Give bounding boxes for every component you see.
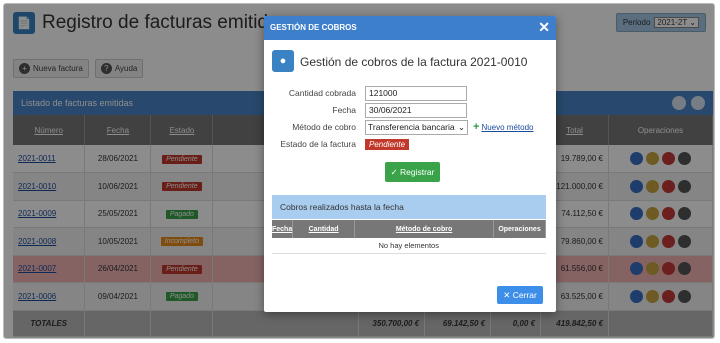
method-row: Método de cobro Transferencia bancaria ⌄ … — [264, 119, 556, 135]
empty-message: No hay elementos — [272, 238, 546, 254]
date-input[interactable]: 30/06/2021 — [365, 102, 467, 118]
payments-table: Fecha Cantidad Método de cobro Operacion… — [272, 220, 546, 254]
method-value: Transferencia bancaria — [368, 122, 455, 132]
register-label: Registrar — [400, 167, 435, 177]
close-label: Cerrar — [512, 290, 537, 300]
modal-header: GESTIÓN DE COBROS ✕ — [264, 16, 556, 40]
modal-title: Gestión de cobros de la factura 2021-001… — [300, 55, 528, 69]
plus-icon[interactable]: + — [473, 121, 479, 133]
col-fecha[interactable]: Fecha — [272, 220, 294, 238]
new-method-link[interactable]: Nuevo método — [481, 123, 533, 132]
app-window: 📄 Registro de facturas emitidas Periodo … — [3, 3, 715, 339]
register-button[interactable]: ✓ Registrar — [385, 162, 440, 182]
amount-row: Cantidad cobrada 121000 — [264, 85, 556, 101]
col-operaciones: Operaciones — [493, 220, 546, 238]
col-cantidad[interactable]: Cantidad — [292, 220, 355, 238]
status-row: Estado de la factura Pendiente — [264, 136, 556, 152]
amount-label: Cantidad cobrada — [288, 88, 356, 98]
payments-modal: GESTIÓN DE COBROS ✕ ● Gestión de cobros … — [264, 16, 556, 312]
status-label: Estado de la factura — [280, 139, 356, 149]
close-icon: ✕ — [503, 290, 511, 300]
invoice-status-badge: Pendiente — [365, 138, 410, 150]
chevron-down-icon: ⌄ — [457, 121, 465, 132]
check-icon: ✓ — [390, 167, 398, 177]
col-metodo[interactable]: Método de cobro — [354, 220, 495, 238]
modal-header-title: GESTIÓN DE COBROS — [270, 23, 357, 32]
payments-section-title: Cobros realizados hasta la fecha — [272, 195, 546, 219]
date-row: Fecha 30/06/2021 — [264, 102, 556, 118]
amount-input[interactable]: 121000 — [365, 85, 467, 101]
close-icon[interactable]: ✕ — [538, 19, 550, 36]
close-button[interactable]: ✕ Cerrar — [497, 286, 543, 304]
coins-icon: ● — [272, 50, 294, 72]
date-label: Fecha — [332, 105, 356, 115]
method-select[interactable]: Transferencia bancaria ⌄ — [365, 119, 468, 135]
method-label: Método de cobro — [292, 122, 356, 132]
